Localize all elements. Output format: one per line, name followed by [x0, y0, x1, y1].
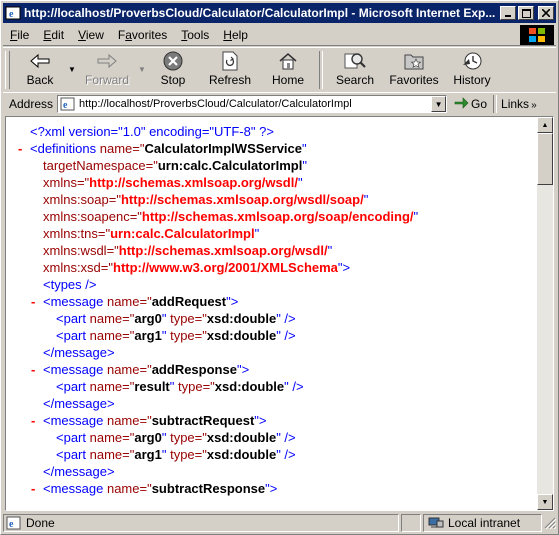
xml-declaration: <?xml version="1.0" encoding="UTF-8" ?>	[30, 124, 274, 139]
intranet-icon	[428, 516, 444, 530]
address-url: http://localhost/ProverbsCloud/Calculato…	[79, 98, 352, 110]
back-dropdown[interactable]: ▼	[67, 48, 77, 90]
xml-line: xmlns:wsdl="http://schemas.xmlsoap.org/w…	[43, 243, 333, 258]
xml-line: xmlns:tns="urn:calc.CalculatorImpl"	[43, 226, 260, 241]
history-icon	[460, 50, 484, 72]
minimize-button[interactable]	[500, 6, 516, 20]
xml-line: - <message name="addRequest">	[31, 293, 239, 310]
scroll-thumb[interactable]	[537, 133, 553, 185]
go-button[interactable]: Go	[453, 96, 487, 113]
svg-text:e: e	[9, 519, 14, 530]
status-cell	[401, 514, 421, 532]
menu-view[interactable]: View	[71, 28, 111, 42]
collapse-toggle[interactable]: -	[18, 140, 22, 157]
xml-line: </message>	[43, 396, 115, 411]
xml-line: xmlns:soapenc="http://schemas.xmlsoap.or…	[43, 209, 419, 224]
scroll-up-button[interactable]: ▲	[537, 117, 553, 133]
back-button[interactable]: Back	[13, 48, 67, 90]
status-text: Done	[26, 516, 55, 530]
favorites-icon	[402, 50, 426, 72]
search-button[interactable]: Search	[327, 48, 383, 90]
toolbar-grip[interactable]	[5, 51, 10, 89]
forward-dropdown[interactable]: ▼	[137, 48, 147, 90]
xml-line: <part name="arg0" type="xsd:double" />	[56, 311, 296, 326]
zone-text: Local intranet	[448, 516, 521, 530]
collapse-toggle[interactable]: -	[31, 480, 35, 497]
xml-line: - <definitions name="CalculatorImplWSServ…	[18, 140, 307, 157]
status-main: e Done	[3, 514, 399, 532]
menu-file[interactable]: File	[3, 28, 36, 42]
favorites-button[interactable]: Favorites	[383, 48, 445, 90]
links-separator	[493, 95, 498, 113]
xml-line: <types />	[43, 277, 97, 292]
svg-text:e: e	[9, 9, 14, 20]
menu-tools[interactable]: Tools	[174, 28, 216, 42]
xml-line: - <message name="subtractResponse">	[31, 480, 278, 497]
toolbar-separator	[319, 51, 323, 89]
page-done-icon: e	[6, 516, 22, 530]
address-bar: Address e http://localhost/ProverbsCloud…	[3, 92, 556, 115]
collapse-toggle[interactable]: -	[31, 412, 35, 429]
xml-line: </message>	[43, 345, 115, 360]
go-label: Go	[471, 97, 488, 111]
refresh-icon	[218, 50, 242, 72]
forward-button[interactable]: Forward	[77, 48, 137, 90]
xml-line: <part name="arg1" type="xsd:double" />	[56, 328, 296, 343]
status-bar: e Done Local intranet	[3, 513, 557, 533]
go-arrow-icon	[453, 96, 469, 113]
standard-toolbar: Back ▼ Forward ▼ Stop Refresh Home Searc…	[3, 47, 556, 93]
links-label: Links	[501, 97, 530, 111]
address-label: Address	[9, 97, 54, 111]
history-button[interactable]: History	[445, 48, 499, 90]
back-arrow-icon	[28, 50, 52, 72]
xml-line: xmlns:xsd="http://www.w3.org/2001/XMLSch…	[43, 260, 351, 275]
menu-file-rest: ile	[17, 28, 30, 42]
close-button[interactable]	[538, 6, 554, 20]
forward-arrow-icon	[95, 50, 119, 72]
home-button[interactable]: Home	[261, 48, 315, 90]
status-zone: Local intranet	[423, 514, 542, 532]
xml-line: <part name="result" type="xsd:double" />	[56, 379, 304, 394]
xml-line: xmlns:soap="http://schemas.xmlsoap.org/w…	[43, 192, 369, 207]
resize-grip[interactable]	[544, 517, 557, 530]
address-input[interactable]: e http://localhost/ProverbsCloud/Calcula…	[57, 95, 448, 113]
page-content[interactable]: <?xml version="1.0" encoding="UTF-8" ?> …	[5, 116, 554, 511]
stop-button[interactable]: Stop	[147, 48, 199, 90]
windows-logo	[520, 25, 554, 45]
address-dropdown-button[interactable]: ▼	[431, 96, 447, 112]
menu-bar: File Edit View Favorites Tools Help	[3, 25, 556, 46]
xml-line: - <message name="addResponse">	[31, 361, 250, 378]
menu-help[interactable]: Help	[216, 28, 255, 42]
ie-icon: e	[5, 5, 21, 21]
stop-icon	[161, 50, 185, 72]
vertical-scrollbar[interactable]: ▲ ▼	[537, 117, 553, 510]
collapse-toggle[interactable]: -	[31, 361, 35, 378]
home-icon	[276, 50, 300, 72]
chevron-right-icon: »	[531, 100, 537, 111]
maximize-button[interactable]	[518, 6, 534, 20]
page-icon: e	[60, 97, 76, 111]
scroll-down-button[interactable]: ▼	[537, 494, 553, 510]
links-button[interactable]: Links»	[501, 97, 539, 111]
xml-document: <?xml version="1.0" encoding="UTF-8" ?> …	[6, 123, 536, 497]
window-title: http://localhost/ProverbsCloud/Calculato…	[24, 6, 496, 20]
menu-favorites[interactable]: Favorites	[111, 28, 174, 42]
xml-line: <part name="arg1" type="xsd:double" />	[56, 447, 296, 462]
refresh-button[interactable]: Refresh	[199, 48, 261, 90]
menu-edit[interactable]: Edit	[36, 28, 71, 42]
xml-line: targetNamespace="urn:calc.CalculatorImpl…	[43, 158, 307, 173]
xml-line: </message>	[43, 464, 115, 479]
xml-line: <part name="arg0" type="xsd:double" />	[56, 430, 296, 445]
xml-line: xmlns="http://schemas.xmlsoap.org/wsdl/"	[43, 175, 303, 190]
xml-line: - <message name="subtractRequest">	[31, 412, 267, 429]
collapse-toggle[interactable]: -	[31, 293, 35, 310]
svg-text:e: e	[63, 100, 68, 111]
browser-window: e http://localhost/ProverbsCloud/Calcula…	[0, 0, 559, 535]
search-icon	[343, 50, 367, 72]
title-bar[interactable]: e http://localhost/ProverbsCloud/Calcula…	[3, 3, 556, 23]
